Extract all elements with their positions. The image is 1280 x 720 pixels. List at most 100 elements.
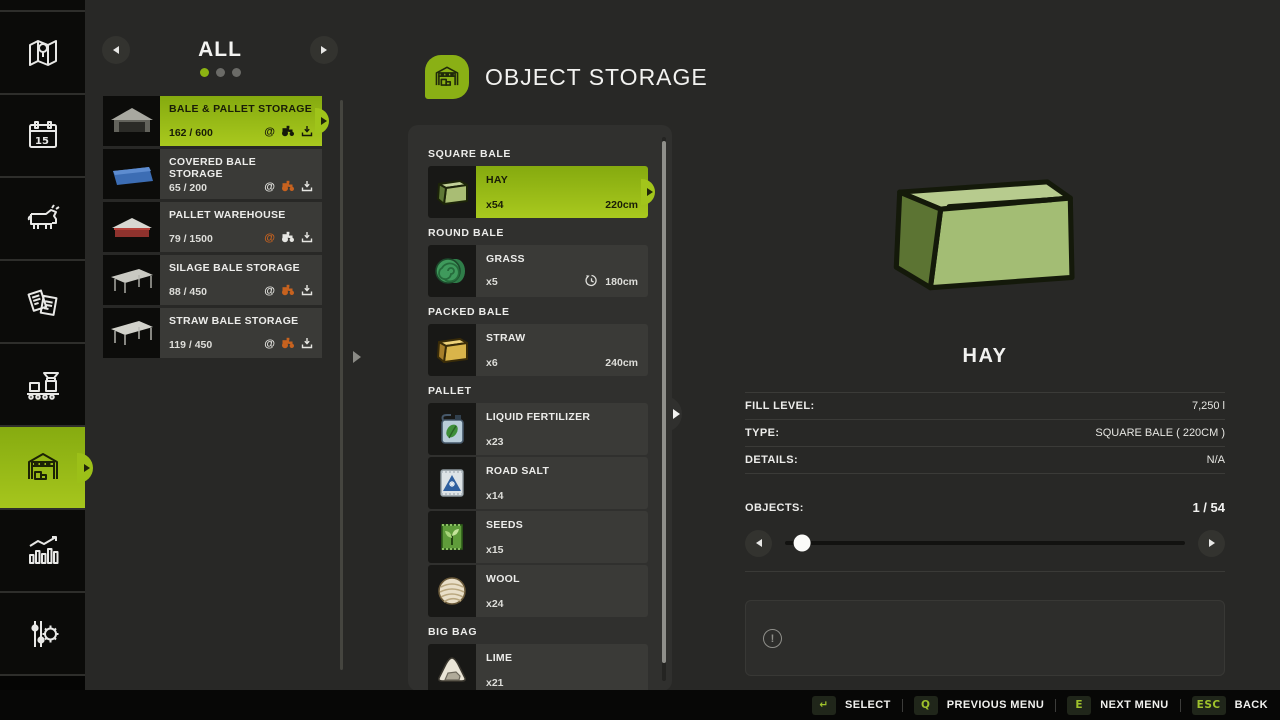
page-header: OBJECT STORAGE <box>425 55 708 99</box>
sidebar-item-production[interactable] <box>0 344 85 427</box>
building-info: STRAW BALE STORAGE 119 / 450 @ <box>160 308 322 358</box>
capacity-count: 162 / 600 <box>169 127 213 139</box>
panel-expand-arrow[interactable] <box>353 351 361 363</box>
key-hint-bar: ↵ SELECT Q PREVIOUS MENU E NEXT MENU ESC… <box>0 690 1280 720</box>
lime-icon <box>428 644 476 696</box>
hint-next-menu[interactable]: E NEXT MENU <box>1067 696 1168 715</box>
scrollbar-thumb[interactable] <box>662 141 666 663</box>
object-item-hay[interactable]: HAY x54 220cm <box>428 166 648 218</box>
building-thumbnail <box>103 149 160 199</box>
mod-at-icon: @ <box>264 127 275 138</box>
object-item-wool[interactable]: WOOL x24 <box>428 565 648 617</box>
info-box: ! <box>745 600 1225 676</box>
stored-objects-panel: SQUARE BALE HAY x54 220cm ROUND BALE <box>408 125 672 691</box>
category-title: ALL <box>95 38 345 62</box>
object-info: LIQUID FERTILIZER x23 <box>476 403 648 455</box>
object-count: x15 <box>486 544 504 556</box>
slider-prev-button[interactable] <box>745 530 772 557</box>
tractor-icon <box>281 180 295 195</box>
list-item-bale-pallet-storage[interactable]: BALE & PALLET STORAGE 162 / 600 @ <box>103 96 322 146</box>
object-item-seeds[interactable]: SEEDS x15 <box>428 511 648 563</box>
tractor-icon <box>281 337 295 352</box>
download-icon <box>301 337 313 352</box>
list-item-silage-bale-storage[interactable]: SILAGE BALE STORAGE 88 / 450 @ <box>103 255 322 305</box>
left-list-scrollbar[interactable] <box>340 100 343 670</box>
category-carousel: ALL <box>95 0 353 96</box>
object-storage-screen: 15 <box>0 0 1280 720</box>
object-item-road-salt[interactable]: ROAD SALT x14 <box>428 457 648 509</box>
hint-back[interactable]: ESC BACK <box>1192 696 1268 715</box>
bale-size: 180cm <box>605 276 638 288</box>
storage-building-list: BALE & PALLET STORAGE 162 / 600 @ <box>103 96 322 358</box>
slider-next-button[interactable] <box>1198 530 1225 557</box>
list-item-straw-bale-storage[interactable]: STRAW BALE STORAGE 119 / 450 @ <box>103 308 322 358</box>
building-info: COVERED BALE STORAGE 65 / 200 @ <box>160 149 322 199</box>
hint-separator <box>1055 699 1056 712</box>
selected-object-title: HAY <box>745 345 1225 368</box>
grass-round-bale-icon <box>428 245 476 297</box>
object-count: x24 <box>486 598 504 610</box>
sidebar-item-storage[interactable] <box>0 427 85 510</box>
placeables-panel: ALL BALE & PALLET STORAGE 162 / 600 <box>95 0 353 690</box>
object-info: ROAD SALT x14 <box>476 457 648 509</box>
download-icon <box>301 231 313 246</box>
bale-size: 220cm <box>605 199 638 211</box>
list-item-pallet-warehouse[interactable]: PALLET WAREHOUSE 79 / 1500 @ <box>103 202 322 252</box>
page-dot <box>232 68 241 77</box>
straw-bale-icon <box>428 324 476 376</box>
detail-rows: FILL LEVEL: 7,250 l TYPE: SQUARE BALE ( … <box>745 392 1225 474</box>
wool-icon <box>428 565 476 617</box>
capacity-count: 79 / 1500 <box>169 233 213 245</box>
capacity-count: 119 / 450 <box>169 339 212 351</box>
production-icon <box>23 365 63 405</box>
object-count: x21 <box>486 677 504 689</box>
mod-at-icon: @ <box>264 339 275 350</box>
q-key-icon: Q <box>914 696 938 715</box>
hint-separator <box>902 699 903 712</box>
page-dot <box>216 68 225 77</box>
fermenting-timer-icon <box>585 274 598 290</box>
e-key-icon: E <box>1067 696 1091 715</box>
object-count: x23 <box>486 436 504 448</box>
slider-knob[interactable] <box>794 535 811 552</box>
building-thumbnail <box>103 308 160 358</box>
object-item-straw[interactable]: STRAW x6 240cm <box>428 324 648 376</box>
object-item-lime[interactable]: LIME x21 <box>428 644 648 696</box>
list-item-covered-bale-storage[interactable]: COVERED BALE STORAGE 65 / 200 @ <box>103 149 322 199</box>
enter-key-icon: ↵ <box>812 696 836 715</box>
download-icon <box>301 125 313 140</box>
object-item-grass[interactable]: GRASS x5 180cm <box>428 245 648 297</box>
sidebar-item-calendar[interactable]: 15 <box>0 95 85 178</box>
building-info: PALLET WAREHOUSE 79 / 1500 @ <box>160 202 322 252</box>
object-info: HAY x54 220cm <box>476 166 648 218</box>
chevron-left-icon <box>756 539 762 547</box>
statistics-icon <box>23 531 63 571</box>
sidebar-item-animals[interactable] <box>0 178 85 261</box>
hay-bale-icon <box>428 166 476 218</box>
download-icon <box>301 180 313 195</box>
road-salt-icon <box>428 457 476 509</box>
object-storage-icon <box>425 55 469 99</box>
liquid-fertilizer-icon <box>428 403 476 455</box>
object-list: SQUARE BALE HAY x54 220cm ROUND BALE <box>428 139 648 698</box>
category-page-dots <box>95 68 345 77</box>
sidebar-item-map[interactable] <box>0 12 85 95</box>
selected-marker <box>315 108 329 134</box>
sidebar-item-settings[interactable] <box>0 593 85 676</box>
object-item-liquid-fertilizer[interactable]: LIQUID FERTILIZER x23 <box>428 403 648 455</box>
object-list-scrollbar[interactable] <box>662 137 666 681</box>
category-next-button[interactable] <box>310 36 338 64</box>
hint-previous-menu[interactable]: Q PREVIOUS MENU <box>914 696 1045 715</box>
slider-track[interactable] <box>785 541 1185 545</box>
section-header-pallet: PALLET <box>428 385 648 397</box>
sidebar-item-statistics[interactable] <box>0 510 85 593</box>
sidebar-stub-tile <box>0 0 85 12</box>
objects-count: 1 / 54 <box>1192 500 1225 515</box>
object-slider <box>745 528 1225 558</box>
sidebar-item-contracts[interactable] <box>0 261 85 344</box>
hint-select[interactable]: ↵ SELECT <box>812 696 891 715</box>
settings-icon <box>23 614 63 654</box>
section-header-big-bag: BIG BAG <box>428 626 648 638</box>
detail-row-fill-level: FILL LEVEL: 7,250 l <box>745 393 1225 420</box>
storage-shed-icon <box>22 447 64 489</box>
